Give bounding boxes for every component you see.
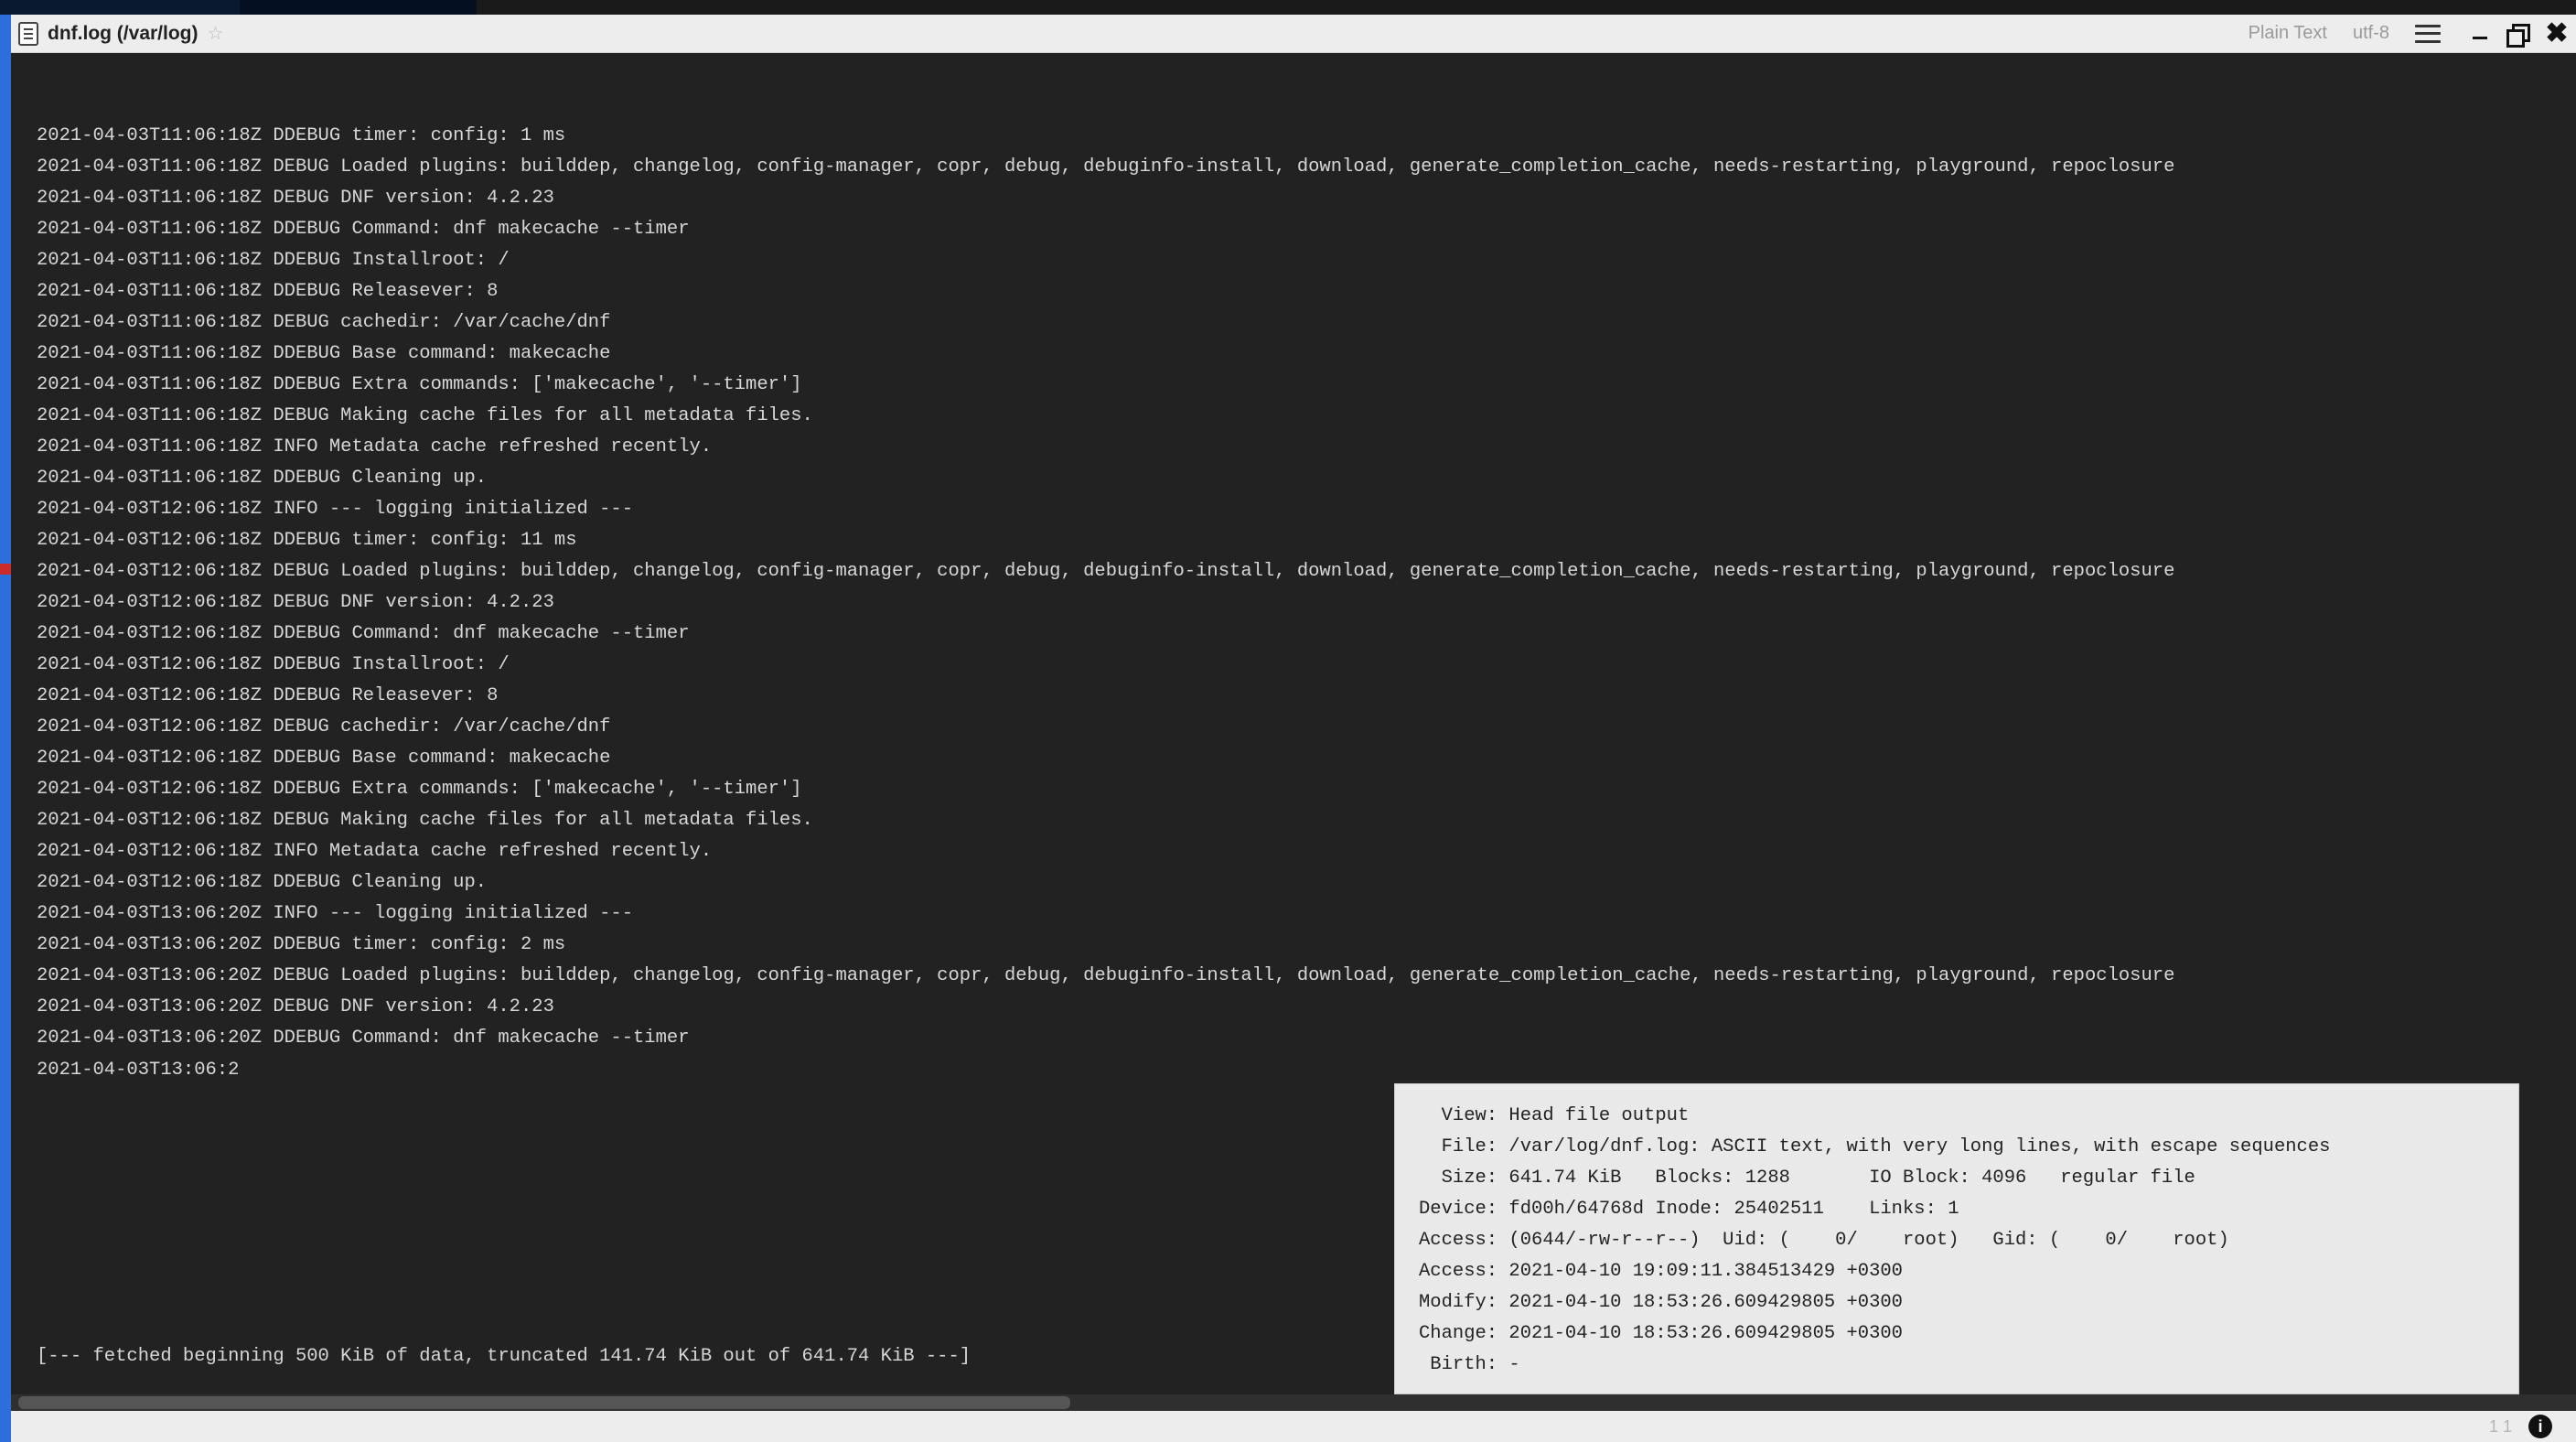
encoding-mode[interactable]: utf-8 xyxy=(2353,23,2389,44)
scrollbar-thumb[interactable] xyxy=(18,1396,1070,1409)
syntax-mode[interactable]: Plain Text xyxy=(2249,23,2327,44)
statusbar: 1 1 i xyxy=(11,1411,2576,1442)
horizontal-scrollbar[interactable] xyxy=(11,1394,2576,1411)
desktop-taskbar xyxy=(0,0,2576,15)
window-title: dnf.log (/var/log) xyxy=(48,23,198,45)
desktop-left-edge xyxy=(0,15,11,1442)
taskbar-active-app[interactable] xyxy=(240,0,477,15)
file-stat-tooltip: View: Head file output File: /var/log/dn… xyxy=(1394,1083,2519,1394)
log-text[interactable]: 2021-04-03T11:06:18Z DDEBUG timer: confi… xyxy=(37,121,2561,1085)
edge-indicator xyxy=(0,564,11,575)
menu-icon[interactable] xyxy=(2415,25,2441,43)
info-icon[interactable]: i xyxy=(2528,1415,2552,1438)
cursor-position: 1 1 xyxy=(2489,1417,2512,1437)
titlebar: dnf.log (/var/log) ☆ Plain Text utf-8 ✖ xyxy=(11,15,2576,53)
close-button[interactable]: ✖ xyxy=(2545,22,2569,46)
minimize-button[interactable] xyxy=(2468,22,2492,46)
favorite-star-icon[interactable]: ☆ xyxy=(207,22,223,45)
truncation-notice: [--- fetched beginning 500 KiB of data, … xyxy=(37,1341,971,1372)
maximize-button[interactable] xyxy=(2506,22,2530,46)
file-icon xyxy=(18,22,38,46)
